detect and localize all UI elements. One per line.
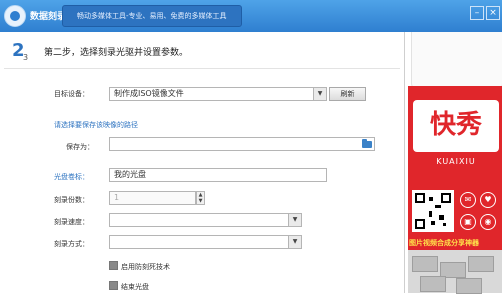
close-icon[interactable]: × (486, 6, 500, 20)
minimize-icon[interactable]: – (470, 6, 484, 20)
folder-browse-icon[interactable] (362, 139, 372, 148)
ad-slogan: 图片视频合成分享神器 (409, 239, 479, 247)
burnproof-checkbox[interactable] (109, 261, 118, 270)
refresh-button[interactable]: 刷新 (329, 87, 366, 101)
copies-input[interactable]: 1 (109, 191, 196, 205)
ad-photo-tile (468, 256, 494, 272)
ad-brand-english: KUAIXIU (436, 157, 476, 166)
app-title: 数据刻录 (30, 12, 67, 22)
step-total-number: 3 (23, 53, 29, 62)
ad-photo-tile (412, 256, 438, 272)
speed-label: 刻录速度： (54, 218, 89, 226)
mode-label: 刻录方式： (54, 240, 89, 248)
step-title: 第二步，选择刻录光驱并设置参数。 (44, 48, 189, 58)
chat-icon: ✉ (460, 192, 476, 208)
mode-dropdown-icon[interactable]: ▼ (288, 236, 301, 248)
camera-icon: ◉ (480, 214, 496, 230)
ad-photo-tile (420, 276, 446, 292)
heart-icon: ♥ (480, 192, 496, 208)
phone-frame-graphic (411, 32, 502, 91)
finalize-checkbox[interactable] (109, 281, 118, 290)
target-device-dropdown-icon[interactable]: ▼ (313, 88, 326, 100)
save-as-label: 保存为： (66, 143, 94, 151)
app-logo-icon (4, 5, 26, 27)
ad-photo-tile (456, 278, 482, 294)
image-icon: ▣ (460, 214, 476, 230)
step-divider (4, 68, 400, 69)
header-slogan: 畅动多媒体工具-专业、易用、免费的多媒体工具 (62, 5, 242, 27)
copies-stepper[interactable]: ▲ ▼ (196, 191, 205, 205)
speed-select[interactable] (109, 213, 302, 227)
ad-brand-logo: 快秀 (429, 110, 482, 140)
copies-label: 刻录份数： (54, 196, 89, 204)
target-device-select[interactable]: 制作成ISO镜像文件 (109, 87, 327, 101)
speed-dropdown-icon[interactable]: ▼ (288, 214, 301, 226)
disc-label-input[interactable]: 我的光盘 (109, 168, 327, 182)
finalize-label: 结束光盘 (121, 283, 149, 291)
burnproof-label: 启用防刻死技术 (121, 263, 170, 271)
main-panel (0, 32, 404, 293)
qr-code-icon (412, 190, 454, 232)
disc-label-label: 光盘卷标： (54, 173, 89, 181)
target-device-label: 目标设备： (54, 90, 89, 98)
mode-select[interactable] (109, 235, 302, 249)
save-as-input[interactable] (109, 137, 375, 151)
save-path-hint: 请选择要保存该映像的路径 (54, 121, 138, 129)
